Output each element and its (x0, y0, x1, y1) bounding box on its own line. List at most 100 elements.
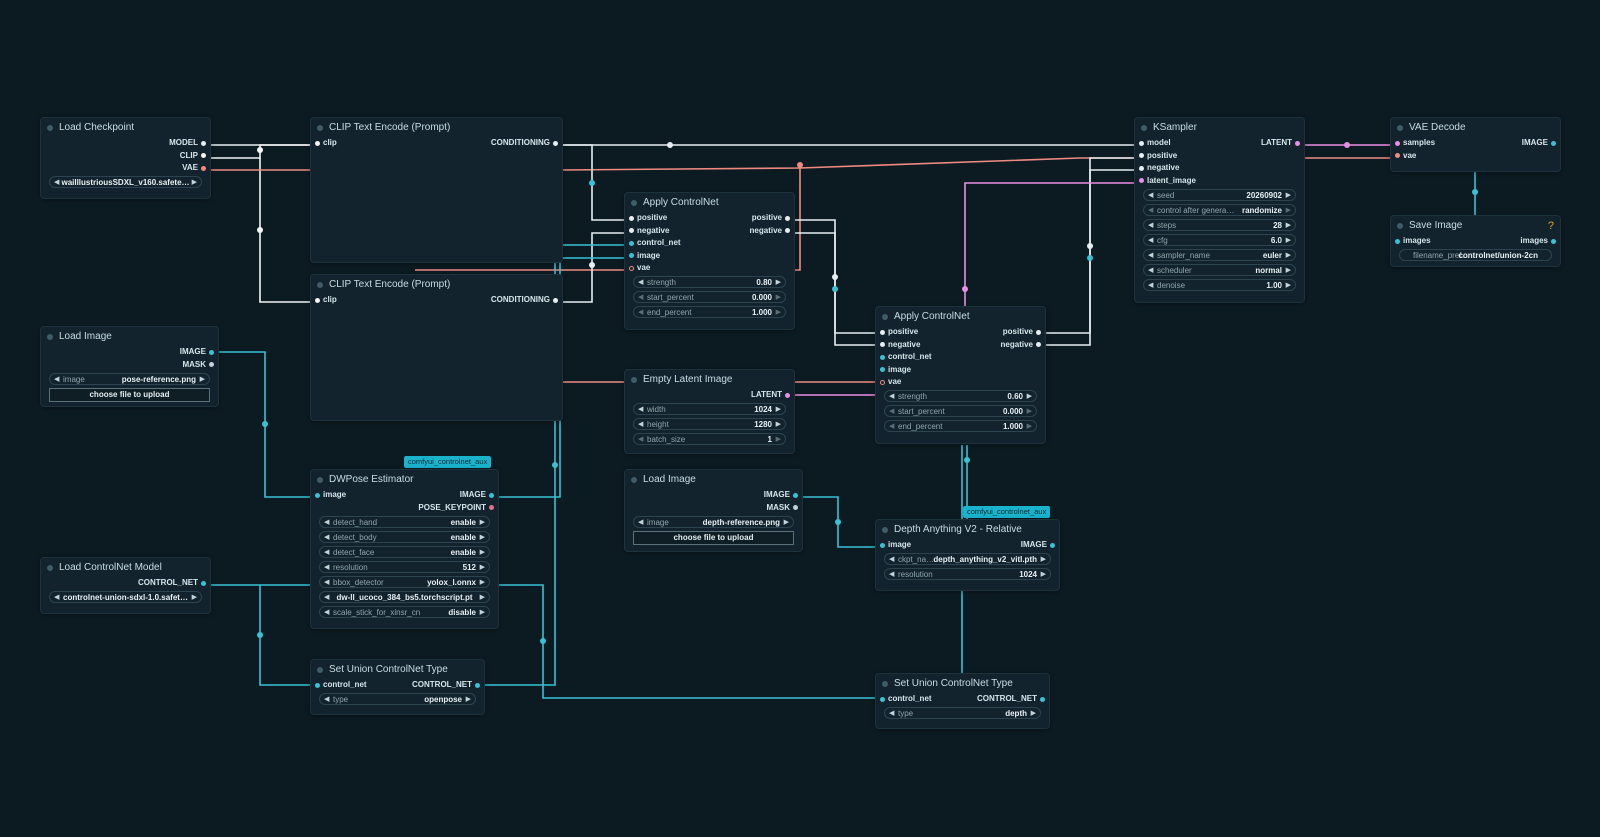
scheduler-widget[interactable]: ◀ scheduler normal ▶ (1143, 263, 1296, 277)
increment-arrow-icon[interactable]: ▶ (480, 547, 485, 559)
vae-input-socket[interactable] (880, 379, 885, 385)
node-title-bar[interactable]: Apply ControlNet (876, 308, 1045, 326)
control-net-input-socket[interactable] (629, 240, 634, 246)
wire-reroute-dot[interactable] (540, 638, 546, 644)
decrement-arrow-icon[interactable]: ◀ (638, 292, 643, 304)
control-net-input-socket[interactable] (880, 696, 885, 702)
ksampler-node[interactable]: KSampler model LATENT positive negative l… (1134, 117, 1305, 303)
negative-output-socket[interactable] (785, 228, 790, 234)
image-input-socket[interactable] (880, 367, 885, 373)
type-widget[interactable]: ◀ type depth ▶ (884, 707, 1041, 719)
decrement-arrow-icon[interactable]: ◀ (1148, 235, 1153, 247)
wire-reroute-dot[interactable] (257, 632, 263, 638)
decrement-arrow-icon[interactable]: ◀ (1148, 250, 1153, 262)
collapse-dot-icon[interactable] (631, 377, 637, 383)
increment-arrow-icon[interactable]: ▶ (480, 577, 485, 589)
image-output-socket[interactable] (209, 349, 214, 355)
image-input-socket[interactable] (880, 542, 885, 548)
increment-arrow-icon[interactable]: ▶ (1027, 406, 1032, 418)
positive-output-socket[interactable] (1036, 329, 1041, 335)
control-net-output-socket[interactable] (475, 682, 480, 688)
steps-widget[interactable]: ◀ steps 28 ▶ (1143, 218, 1296, 231)
collapse-dot-icon[interactable] (1141, 125, 1147, 131)
set-union-controlnet-type-depth-node[interactable]: Set Union ControlNet Type control_net CON… (875, 673, 1050, 729)
height-widget[interactable]: ◀ height 1280 ▶ (633, 418, 786, 430)
ckpt-name-widget[interactable]: ◀ ckpt_na… depth_anything_v2_vitl.pth ▶ (884, 553, 1051, 565)
node-title-bar[interactable]: CLIP Text Encode (Prompt) (311, 119, 562, 137)
conditioning-output-socket[interactable] (553, 297, 558, 303)
strength-widget[interactable]: ◀ strength 0.60 ▶ (884, 390, 1037, 402)
negative-input-socket[interactable] (629, 228, 634, 234)
start-percent-widget[interactable]: ◀ start_percent 0.000 ▶ (884, 405, 1037, 417)
increment-arrow-icon[interactable]: ▶ (1286, 235, 1291, 247)
wire-reroute-dot[interactable] (552, 462, 558, 468)
type-widget[interactable]: ◀ type openpose ▶ (319, 693, 476, 705)
batch-size-widget[interactable]: ◀ batch_size 1 ▶ (633, 433, 786, 445)
apply-controlnet-depth-node[interactable]: Apply ControlNet positive positive negati… (875, 306, 1046, 444)
increment-arrow-icon[interactable]: ▶ (776, 404, 781, 416)
positive-input-socket[interactable] (880, 329, 885, 335)
resolution-widget[interactable]: ◀ resolution 512 ▶ (319, 560, 490, 574)
increment-arrow-icon[interactable]: ▶ (480, 592, 485, 604)
decrement-arrow-icon[interactable]: ◀ (324, 517, 329, 529)
wire-reroute-dot[interactable] (964, 457, 970, 463)
detect-body-widget[interactable]: ◀ detect_body enable ▶ (319, 530, 490, 544)
decrement-arrow-icon[interactable]: ◀ (1148, 265, 1153, 277)
wire-reroute-dot[interactable] (797, 162, 803, 168)
model-output-socket[interactable] (201, 140, 206, 146)
apply-controlnet-pose-node[interactable]: Apply ControlNet positive positive negati… (624, 192, 795, 330)
wire-reroute-dot[interactable] (1087, 255, 1093, 261)
vae-input-socket[interactable] (1395, 153, 1400, 159)
increment-arrow-icon[interactable]: ▶ (776, 277, 781, 289)
decrement-arrow-icon[interactable]: ◀ (638, 419, 643, 431)
strength-widget[interactable]: ◀ strength 0.80 ▶ (633, 276, 786, 288)
image-select-widget[interactable]: ◀ image depth-reference.png ▶ (633, 515, 794, 529)
mask-output-socket[interactable] (209, 362, 214, 368)
decrement-arrow-icon[interactable]: ◀ (324, 532, 329, 544)
decrement-arrow-icon[interactable]: ◀ (638, 277, 643, 289)
wire-reroute-dot[interactable] (589, 262, 595, 268)
load-image-pose-node[interactable]: Load Image IMAGE MASK ◀ image pose-referen… (40, 326, 219, 407)
collapse-dot-icon[interactable] (317, 667, 323, 673)
decrement-arrow-icon[interactable]: ◀ (324, 694, 329, 706)
ckpt-name-widget[interactable]: ◀ waiIllustriousSDXL_v160.safete… ▶ (49, 176, 202, 188)
collapse-dot-icon[interactable] (317, 282, 323, 288)
positive-output-socket[interactable] (785, 215, 790, 221)
wire-reroute-dot[interactable] (835, 519, 841, 525)
increment-arrow-icon[interactable]: ▶ (1027, 391, 1032, 403)
wire-reroute-dot[interactable] (1472, 189, 1478, 195)
detect-face-widget[interactable]: ◀ detect_face enable ▶ (319, 545, 490, 559)
decrement-arrow-icon[interactable]: ◀ (638, 517, 643, 529)
negative-output-socket[interactable] (1036, 342, 1041, 348)
vae-decode-node[interactable]: VAE Decode samples IMAGE vae (1390, 117, 1561, 172)
image-output-socket[interactable] (1551, 140, 1556, 146)
positive-input-socket[interactable] (629, 215, 634, 221)
vae-input-socket[interactable] (629, 265, 634, 271)
collapse-dot-icon[interactable] (882, 314, 888, 320)
node-title-bar[interactable]: Set Union ControlNet Type (876, 675, 1049, 693)
image-output-socket[interactable] (489, 492, 494, 498)
load-checkpoint-node[interactable]: Load Checkpoint MODEL CLIP VAE ◀ waiIllus… (40, 117, 211, 199)
set-union-controlnet-type-openpose-node[interactable]: Set Union ControlNet Type control_net CON… (310, 659, 485, 715)
images-input-socket[interactable] (1395, 238, 1400, 244)
clip-text-encode-positive-node[interactable]: CLIP Text Encode (Prompt) clip CONDITIONI… (310, 117, 563, 263)
increment-arrow-icon[interactable]: ▶ (1286, 280, 1291, 292)
latent-output-socket[interactable] (1295, 140, 1300, 146)
start-percent-widget[interactable]: ◀ start_percent 0.000 ▶ (633, 291, 786, 303)
increment-arrow-icon[interactable]: ▶ (480, 562, 485, 574)
load-controlnet-model-node[interactable]: Load ControlNet Model CONTROL_NET ◀ contr… (40, 557, 211, 614)
wire-reroute-dot[interactable] (262, 421, 268, 427)
decrement-arrow-icon[interactable]: ◀ (889, 421, 894, 433)
collapse-dot-icon[interactable] (1397, 223, 1403, 229)
pose-keypoint-output-socket[interactable] (489, 505, 494, 511)
collapse-dot-icon[interactable] (631, 200, 637, 206)
collapse-dot-icon[interactable] (317, 125, 323, 131)
model-input-socket[interactable] (1139, 140, 1144, 146)
node-title-bar[interactable]: DWPose Estimator (311, 471, 498, 489)
image-output-socket[interactable] (793, 492, 798, 498)
collapse-dot-icon[interactable] (47, 125, 53, 131)
image-select-widget[interactable]: ◀ image pose-reference.png ▶ (49, 372, 210, 385)
decrement-arrow-icon[interactable]: ◀ (889, 391, 894, 403)
node-title-bar[interactable]: Empty Latent Image (625, 371, 794, 389)
wire-reroute-dot[interactable] (832, 274, 838, 280)
